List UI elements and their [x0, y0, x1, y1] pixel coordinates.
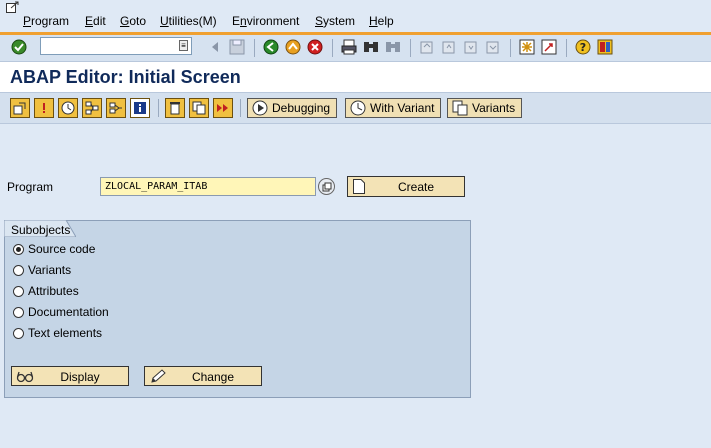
radio-button[interactable]: [13, 285, 24, 297]
back-icon[interactable]: [262, 38, 280, 56]
debugging-icon: [252, 100, 268, 116]
display-button[interactable]: Display: [11, 366, 129, 386]
first-page-icon[interactable]: [418, 38, 436, 56]
menu-bar: Program Edit Goto Utilities(M) Environme…: [0, 0, 711, 35]
variants-button[interactable]: Variants: [447, 98, 523, 118]
radio-label: Documentation: [28, 305, 109, 319]
debugging-label: Debugging: [272, 101, 331, 115]
program-label: Program: [7, 180, 54, 194]
save-icon[interactable]: [228, 38, 246, 56]
previous-page-icon[interactable]: [440, 38, 458, 56]
next-page-icon[interactable]: [462, 38, 480, 56]
radio-documentation[interactable]: Documentation: [13, 304, 109, 320]
radio-label: Text elements: [28, 326, 103, 340]
with-variant-icon: [350, 100, 366, 116]
title-bar: ABAP Editor: Initial Screen: [0, 62, 711, 92]
menu-program[interactable]: Program: [23, 14, 69, 28]
subobjects-group: Subobjects Source code Variants Attribut…: [4, 220, 471, 398]
radio-variants[interactable]: Variants: [13, 262, 71, 278]
menu-edit[interactable]: Edit: [85, 14, 106, 28]
menu-goto[interactable]: Goto: [120, 14, 146, 28]
radio-label: Attributes: [28, 284, 79, 298]
variants-label: Variants: [472, 101, 516, 115]
display-label: Display: [60, 370, 100, 384]
change-label: Change: [191, 370, 235, 384]
radio-button[interactable]: [13, 306, 24, 318]
menu-environment[interactable]: Environment: [232, 14, 299, 28]
radio-button[interactable]: [13, 264, 24, 276]
menu-utilities[interactable]: Utilities(M): [160, 14, 217, 28]
command-field[interactable]: ≡: [40, 37, 192, 55]
check-syntax-icon[interactable]: [34, 98, 54, 118]
radio-label: Source code: [28, 242, 96, 256]
exit-icon[interactable]: [284, 38, 302, 56]
find-next-icon[interactable]: [384, 38, 402, 56]
value-help-icon[interactable]: [318, 178, 335, 195]
other-object-icon[interactable]: [10, 98, 30, 118]
menu-system[interactable]: System: [315, 14, 355, 28]
standard-toolbar: ≡ ?: [0, 35, 711, 62]
execute-icon[interactable]: [58, 98, 78, 118]
svg-text:?: ?: [580, 41, 586, 54]
radio-label: Variants: [28, 263, 72, 277]
radio-attributes[interactable]: Attributes: [13, 283, 79, 299]
print-icon[interactable]: [340, 38, 358, 56]
back-arrow-small-icon[interactable]: [206, 38, 224, 56]
cancel-icon[interactable]: [306, 38, 324, 56]
with-variant-label: With Variant: [370, 101, 435, 115]
last-page-icon[interactable]: [484, 38, 502, 56]
rename-icon[interactable]: [213, 98, 233, 118]
program-input[interactable]: ZLOCAL_PARAM_ITAB: [100, 177, 316, 196]
create-button[interactable]: Create: [347, 176, 465, 197]
change-button[interactable]: Change: [144, 366, 262, 386]
system-menu-icon[interactable]: [6, 1, 20, 13]
where-used-list-icon[interactable]: [82, 98, 102, 118]
with-variant-button[interactable]: With Variant: [345, 98, 442, 118]
radio-button[interactable]: [13, 327, 24, 339]
info-icon[interactable]: [130, 98, 150, 118]
help-icon[interactable]: ?: [574, 38, 592, 56]
shortcut-icon[interactable]: [540, 38, 558, 56]
radio-source-code[interactable]: Source code: [13, 241, 95, 257]
layout-menu-icon[interactable]: [596, 38, 614, 56]
enter-check-icon[interactable]: [10, 38, 28, 56]
variants-icon: [452, 100, 468, 116]
subobjects-title: Subobjects: [11, 223, 71, 237]
radio-button-selected[interactable]: [13, 243, 24, 255]
page-title: ABAP Editor: Initial Screen: [10, 67, 241, 87]
debugging-button[interactable]: Debugging: [247, 98, 338, 118]
find-icon[interactable]: [362, 38, 380, 56]
new-session-icon[interactable]: [518, 38, 536, 56]
copy-icon[interactable]: [189, 98, 209, 118]
create-label: Create: [397, 180, 435, 194]
application-toolbar: Debugging With Variant Variants: [0, 92, 711, 124]
object-list-icon[interactable]: [106, 98, 126, 118]
delete-icon[interactable]: [165, 98, 185, 118]
radio-text-elements[interactable]: Text elements: [13, 325, 102, 341]
command-history-icon[interactable]: ≡: [179, 40, 188, 51]
menu-help[interactable]: Help: [369, 14, 394, 28]
